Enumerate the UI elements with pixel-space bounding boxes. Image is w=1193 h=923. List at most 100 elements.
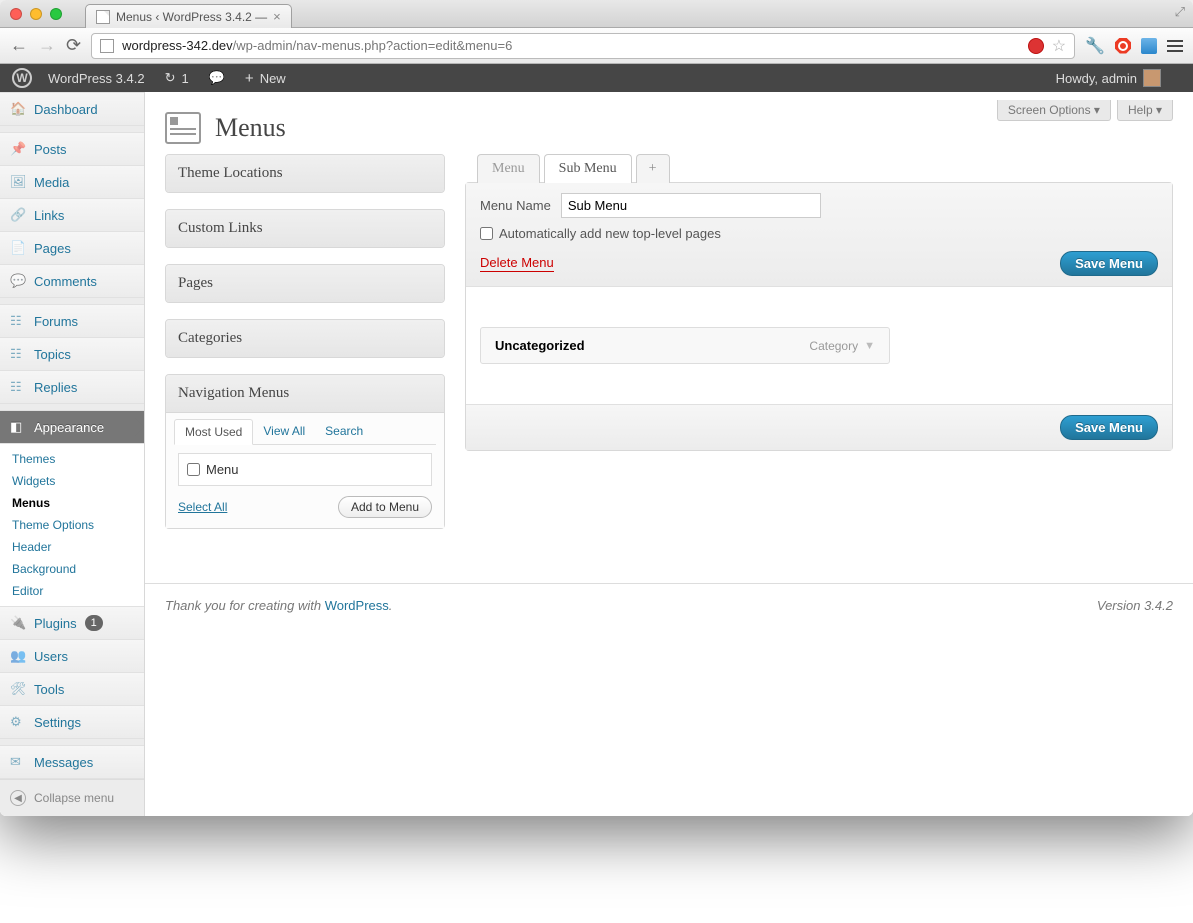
tab-search[interactable]: Search <box>315 419 373 444</box>
wp-logo-icon[interactable]: W <box>12 68 32 88</box>
window-expand-icon[interactable]: ⤢ <box>1175 4 1185 20</box>
pages-icon: 📄 <box>10 240 26 256</box>
tools-icon: 🛠 <box>10 681 26 697</box>
box-theme-locations[interactable]: Theme Locations <box>165 154 445 193</box>
add-to-menu-button[interactable]: Add to Menu <box>338 496 432 518</box>
chevron-down-icon: ▼ <box>864 340 875 352</box>
bookmark-star-icon[interactable]: ☆ <box>1052 36 1066 56</box>
site-blocker-icon[interactable] <box>1028 38 1044 54</box>
wp-adminbar: W WordPress 3.4.2 1 +New Howdy, admin <box>0 64 1193 92</box>
chrome-menu-icon[interactable] <box>1167 40 1183 52</box>
sidebar-sub-header[interactable]: Header <box>0 536 144 558</box>
mac-titlebar: Menus ‹ WordPress 3.4.2 — × ⤢ <box>0 0 1193 28</box>
sidebar-sub-menus[interactable]: Menus <box>0 492 144 514</box>
sidebar-item-settings[interactable]: ⚙Settings <box>0 706 144 739</box>
sidebar-sub-themes[interactable]: Themes <box>0 448 144 470</box>
adminbar-comments[interactable] <box>209 70 225 86</box>
sidebar-item-users[interactable]: 👥Users <box>0 640 144 673</box>
sidebar-item-topics[interactable]: ☷Topics <box>0 338 144 371</box>
footer-wordpress-link[interactable]: WordPress <box>325 598 389 613</box>
select-all-link[interactable]: Select All <box>178 500 227 514</box>
reload-button[interactable]: ⟳ <box>66 35 81 56</box>
close-icon[interactable]: × <box>273 9 281 24</box>
media-icon: 🖼 <box>10 174 26 190</box>
tab-view-all[interactable]: View All <box>253 419 315 444</box>
wrench-icon[interactable]: 🔧 <box>1085 36 1105 56</box>
adminbar-site-name[interactable]: WordPress 3.4.2 <box>48 71 145 86</box>
messages-icon: ✉ <box>10 754 26 770</box>
forward-button[interactable]: → <box>38 35 56 56</box>
delete-menu-link[interactable]: Delete Menu <box>480 255 554 272</box>
menu-tab-sub-menu[interactable]: Sub Menu <box>544 154 632 183</box>
auto-add-checkbox[interactable] <box>480 227 493 240</box>
sidebar-item-comments[interactable]: 💬Comments <box>0 265 144 298</box>
sidebar-submenu-appearance: Themes Widgets Menus Theme Options Heade… <box>0 444 144 607</box>
plugins-count-badge: 1 <box>85 615 103 631</box>
nav-menus-checklist: Menu <box>178 453 432 486</box>
menu-tab-menu[interactable]: Menu <box>477 154 540 183</box>
adminbar-account[interactable]: Howdy, admin <box>1056 69 1161 87</box>
sidebar-item-replies[interactable]: ☷Replies <box>0 371 144 404</box>
comments-icon: 💬 <box>10 273 26 289</box>
page-icon <box>100 39 114 53</box>
adminbar-new[interactable]: +New <box>245 71 286 86</box>
sidebar-item-messages[interactable]: ✉Messages <box>0 745 144 779</box>
sidebar-item-posts[interactable]: 📌Posts <box>0 132 144 166</box>
extension-icon[interactable] <box>1141 38 1157 54</box>
help-toggle[interactable]: Help ▾ <box>1117 100 1173 121</box>
posts-icon: 📌 <box>10 141 26 157</box>
box-categories[interactable]: Categories <box>165 319 445 358</box>
sidebar-item-pages[interactable]: 📄Pages <box>0 232 144 265</box>
menu-name-input[interactable] <box>561 193 821 218</box>
auto-add-label: Automatically add new top-level pages <box>499 226 721 241</box>
menu-item-uncategorized[interactable]: Uncategorized Category▼ <box>480 327 890 364</box>
sidebar-sub-editor[interactable]: Editor <box>0 580 144 602</box>
sidebar-sub-background[interactable]: Background <box>0 558 144 580</box>
screen-options-toggle[interactable]: Screen Options ▾ <box>997 100 1111 121</box>
collapse-menu[interactable]: ◀Collapse menu <box>0 779 144 816</box>
menu-item-type: Category <box>809 339 858 353</box>
sidebar-item-tools[interactable]: 🛠Tools <box>0 673 144 706</box>
adblock-icon[interactable] <box>1115 38 1131 54</box>
save-menu-button-bottom[interactable]: Save Menu <box>1060 415 1158 440</box>
refresh-icon <box>165 70 176 86</box>
wp-footer: Thank you for creating with WordPress. V… <box>145 583 1193 627</box>
admin-sidebar: 🏠Dashboard 📌Posts 🖼Media 🔗Links 📄Pages 💬… <box>0 92 145 816</box>
replies-icon: ☷ <box>10 379 26 395</box>
menu-tab-add[interactable]: + <box>636 154 670 183</box>
plus-icon: + <box>245 71 254 86</box>
box-navigation-menus: Navigation Menus Most Used View All Sear… <box>165 374 445 529</box>
sidebar-sub-widgets[interactable]: Widgets <box>0 470 144 492</box>
box-pages[interactable]: Pages <box>165 264 445 303</box>
sidebar-item-forums[interactable]: ☷Forums <box>0 304 144 338</box>
window-close[interactable] <box>10 8 22 20</box>
page-title: Menus <box>215 113 286 143</box>
nav-menu-item-menu-checkbox[interactable] <box>187 463 200 476</box>
sidebar-item-plugins[interactable]: 🔌Plugins 1 <box>0 607 144 640</box>
sidebar-item-media[interactable]: 🖼Media <box>0 166 144 199</box>
plugins-icon: 🔌 <box>10 615 26 631</box>
tab-most-used[interactable]: Most Used <box>174 419 253 445</box>
browser-toolbar: ← → ⟳ wordpress-342.dev/wp-admin/nav-men… <box>0 28 1193 64</box>
box-navigation-menus-title[interactable]: Navigation Menus <box>166 375 444 413</box>
window-minimize[interactable] <box>30 8 42 20</box>
nav-menu-item-menu[interactable]: Menu <box>187 462 423 477</box>
topics-icon: ☷ <box>10 346 26 362</box>
browser-tab-title: Menus ‹ WordPress 3.4.2 — <box>116 10 267 24</box>
menu-editor: Menu Name Automatically add new top-leve… <box>465 182 1173 451</box>
save-menu-button-top[interactable]: Save Menu <box>1060 251 1158 276</box>
adminbar-updates[interactable]: 1 <box>165 70 189 86</box>
sidebar-item-dashboard[interactable]: 🏠Dashboard <box>0 92 144 126</box>
box-custom-links[interactable]: Custom Links <box>165 209 445 248</box>
sidebar-sub-theme-options[interactable]: Theme Options <box>0 514 144 536</box>
links-icon: 🔗 <box>10 207 26 223</box>
back-button[interactable]: ← <box>10 35 28 56</box>
dashboard-icon: 🏠 <box>10 101 26 117</box>
sidebar-item-links[interactable]: 🔗Links <box>0 199 144 232</box>
browser-tab[interactable]: Menus ‹ WordPress 3.4.2 — × <box>85 4 292 28</box>
url-bar[interactable]: wordpress-342.dev/wp-admin/nav-menus.php… <box>91 33 1075 59</box>
menu-name-label: Menu Name <box>480 198 551 213</box>
sidebar-item-appearance[interactable]: ◧Appearance <box>0 410 144 444</box>
url-path: /wp-admin/nav-menus.php?action=edit&menu… <box>233 38 513 53</box>
window-zoom[interactable] <box>50 8 62 20</box>
